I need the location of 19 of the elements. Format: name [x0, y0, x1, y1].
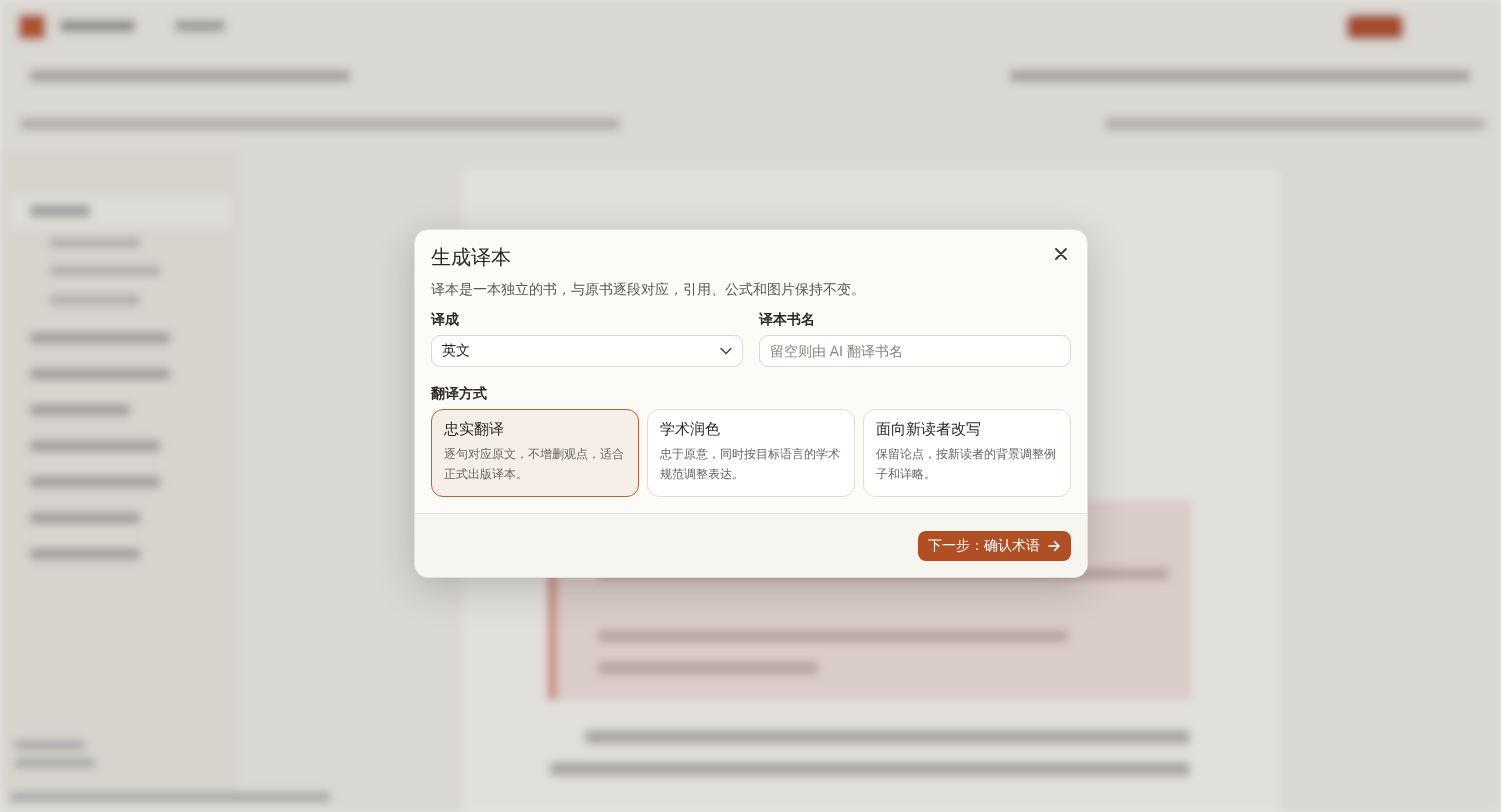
- section-label: 翻译方式: [430, 385, 488, 403]
- option-description: 忠于原意，同时按目标语言的学术规范调整表达。: [659, 446, 841, 483]
- option-title: 面向新读者改写: [875, 420, 982, 439]
- dialog-description: 译本是一本独立的书，与原书逐段对应，引用、公式和图片保持不变。: [430, 281, 866, 299]
- arrow-right-icon: [1047, 540, 1061, 552]
- field-label: 译本书名: [758, 311, 816, 329]
- option-description: 保留论点，按新读者的背景调整例子和详略。: [875, 446, 1057, 483]
- field-label: 译成: [430, 311, 460, 329]
- option-title: 学术润色: [659, 420, 721, 439]
- option-card[interactable]: 学术润色 忠于原意，同时按目标语言的学术规范调整表达。: [646, 409, 855, 497]
- option-card[interactable]: 忠实翻译 逐句对应原文，不增删观点，适合正式出版译本。: [430, 409, 639, 497]
- next-button[interactable]: 下一步：确认术语: [917, 531, 1071, 561]
- book-title-field[interactable]: 留空则由 AI 翻译书名: [758, 335, 1071, 367]
- option-description: 逐句对应原文，不增删观点，适合正式出版译本。: [443, 446, 625, 483]
- option-card[interactable]: 面向新读者改写 保留论点，按新读者的背景调整例子和详略。: [862, 409, 1071, 497]
- chevron-down-icon: [719, 347, 732, 355]
- dialog-title: 生成译本: [430, 244, 511, 271]
- language-dropdown[interactable]: 英文: [430, 335, 743, 367]
- option-title: 忠实翻译: [443, 420, 505, 439]
